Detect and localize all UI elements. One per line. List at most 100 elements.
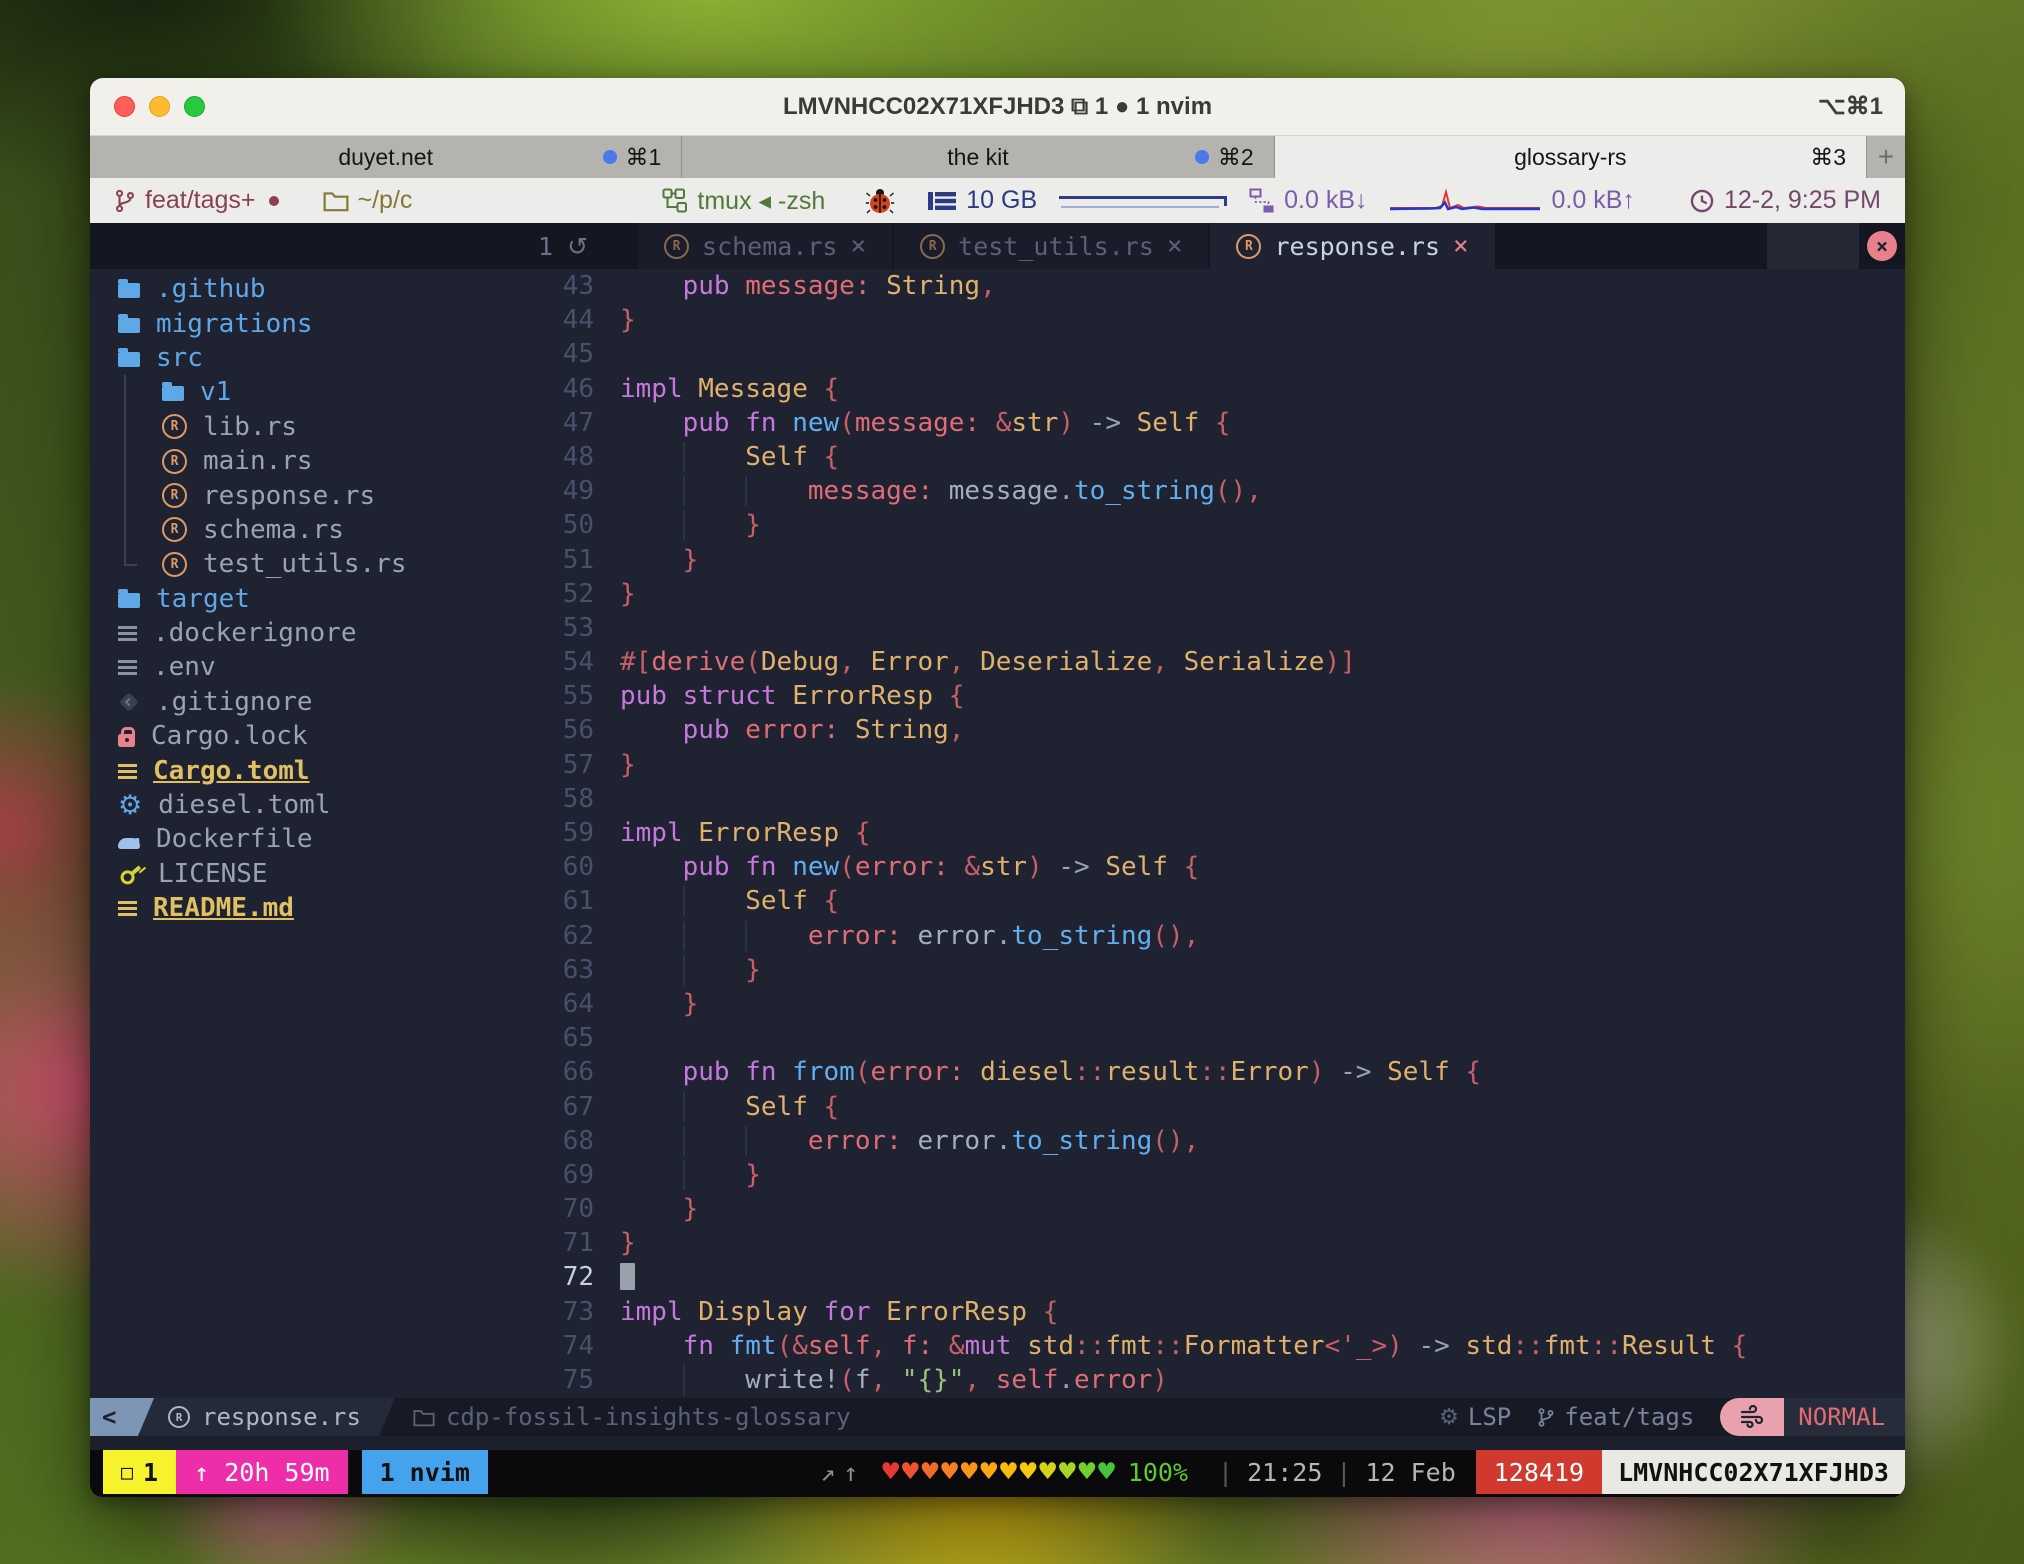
code-line[interactable]: 52} [520, 577, 1905, 611]
code-line[interactable]: 53 [520, 611, 1905, 645]
tmux-hostname: LMVNHCC02X71XFJHD3 [1602, 1450, 1905, 1494]
tree-item-label: .github [156, 274, 266, 304]
clock-component[interactable]: 12-2, 9:25 PM [1689, 186, 1881, 215]
code-token: message: [855, 408, 980, 438]
code-token: #[ [620, 647, 651, 677]
tree-item[interactable]: response.rs [90, 478, 520, 512]
tree-item[interactable]: src [90, 341, 520, 375]
code-token [683, 374, 699, 404]
code-line[interactable]: 54#[derive(Debug, Error, Deserialize, Se… [520, 645, 1905, 679]
buffer-tab[interactable]: test_utils.rs× [894, 223, 1208, 269]
tree-item[interactable]: README.md [90, 891, 520, 925]
code-token: (), [1152, 921, 1199, 951]
code-token [839, 715, 855, 745]
code-line[interactable]: 64 } [520, 987, 1905, 1021]
command-line[interactable] [90, 1436, 1905, 1450]
code-line[interactable]: 68 error: error.to_string(), [520, 1124, 1905, 1158]
tree-item[interactable]: main.rs [90, 444, 520, 478]
code-line[interactable]: 46impl Message { [520, 372, 1905, 406]
tree-item[interactable]: .env [90, 650, 520, 684]
close-icon[interactable]: × [1167, 231, 1183, 261]
code-line[interactable]: 59impl ErrorResp { [520, 816, 1905, 850]
tree-item[interactable]: ⚙diesel.toml [90, 788, 520, 822]
code-line[interactable]: 73impl Display for ErrorResp { [520, 1295, 1905, 1329]
code-line[interactable]: 70 } [520, 1192, 1905, 1226]
code-line[interactable]: 72 [520, 1260, 1905, 1294]
statusline-file[interactable]: response.rs [140, 1398, 395, 1436]
tree-item[interactable]: .github [90, 272, 520, 306]
tmux-window-label: 1 nvim [380, 1458, 470, 1487]
code-token: & [949, 1331, 965, 1361]
code-line[interactable]: 50 } [520, 508, 1905, 542]
bufferline-indicator[interactable]: 1 ↺ [538, 223, 588, 269]
statusline-project[interactable]: cdp-fossil-insights-glossary [413, 1398, 851, 1436]
code-token: error [902, 921, 996, 951]
line-number: 67 [520, 1090, 620, 1124]
tree-item[interactable]: schema.rs [90, 513, 520, 547]
tree-item[interactable]: lib.rs [90, 410, 520, 444]
code-line[interactable]: 51 } [520, 543, 1905, 577]
code-line[interactable]: 60 pub fn new(error: &str) -> Self { [520, 850, 1905, 884]
tree-item[interactable]: .dockerignore [90, 616, 520, 650]
buffer-tab[interactable]: response.rs× [1210, 223, 1494, 269]
code-token: , [980, 271, 996, 301]
tree-item[interactable]: LICENSE [90, 857, 520, 891]
indent-space [620, 1194, 683, 1224]
network-up-component[interactable]: 0.0 kB↑ [1552, 186, 1635, 215]
nvim-bufferline: 1 ↺ schema.rs×test_utils.rs×response.rs×… [90, 223, 1905, 269]
code-line[interactable]: 58 [520, 782, 1905, 816]
code-line[interactable]: 55pub struct ErrorResp { [520, 679, 1905, 713]
code-line[interactable]: 61 Self { [520, 884, 1905, 918]
memory-component[interactable]: 10 GB [927, 186, 1037, 215]
close-icon[interactable]: × [850, 231, 866, 261]
code-line[interactable]: 56 pub error: String, [520, 713, 1905, 747]
buffer-tab[interactable]: schema.rs× [638, 223, 892, 269]
tmux-session-segment[interactable]: □ 1 [103, 1450, 176, 1494]
terminal-tab[interactable]: glossary-rs⌘3 [1275, 136, 1867, 178]
indent-space [620, 442, 683, 472]
indent-space [745, 476, 808, 506]
tmux-window-segment[interactable]: 1 nvim [362, 1450, 488, 1494]
process-component[interactable]: tmux ◂ -zsh [662, 186, 825, 216]
close-all-button[interactable]: × [1859, 223, 1905, 269]
code-line[interactable]: 62 error: error.to_string(), [520, 919, 1905, 953]
tree-item[interactable]: Cargo.toml [90, 753, 520, 787]
git-status-component[interactable]: feat/tags+ [114, 186, 279, 215]
tree-item[interactable]: migrations [90, 306, 520, 340]
statusline-branch[interactable]: feat/tags [1537, 1398, 1694, 1436]
tree-item[interactable]: test_utils.rs [90, 547, 520, 581]
window-titlebar[interactable]: LMVNHCC02X71XFJHD3 ⧉ 1 ● 1 nvim ⌥⌘1 [90, 78, 1905, 136]
code-token: Serialize [1184, 647, 1325, 677]
code-line[interactable]: 43 pub message: String, [520, 269, 1905, 303]
line-number: 70 [520, 1192, 620, 1226]
code-token: ErrorResp [792, 681, 933, 711]
cwd-component[interactable]: ~/p/c [323, 186, 413, 215]
new-tab-button[interactable]: + [1867, 136, 1905, 178]
code-line[interactable]: 49 message: message.to_string(), [520, 474, 1905, 508]
terminal-tab[interactable]: the kit⌘2 [682, 136, 1274, 178]
network-down-component[interactable]: 0.0 kB↓ [1249, 186, 1367, 215]
terminal-tab[interactable]: duyet.net⌘1 [90, 136, 682, 178]
statusline-lsp[interactable]: ⚙ LSP [1439, 1398, 1511, 1436]
tree-item[interactable]: Dockerfile [90, 822, 520, 856]
tree-item[interactable]: Cargo.lock [90, 719, 520, 753]
tree-item[interactable]: target [90, 582, 520, 616]
code-line[interactable]: 67 Self { [520, 1090, 1905, 1124]
tree-item[interactable]: v1 [90, 375, 520, 409]
code-line[interactable]: 48 Self { [520, 440, 1905, 474]
code-line[interactable]: 69 } [520, 1158, 1905, 1192]
code-line[interactable]: 66 pub fn from(error: diesel::result::Er… [520, 1055, 1905, 1089]
code-line[interactable]: 65 [520, 1021, 1905, 1055]
code-line[interactable]: 63 } [520, 953, 1905, 987]
tree-item[interactable]: .gitignore [90, 685, 520, 719]
tree-item-label: .env [153, 652, 216, 682]
close-icon[interactable]: × [1453, 231, 1469, 261]
code-line[interactable]: 44} [520, 303, 1905, 337]
code-line[interactable]: 47 pub fn new(message: &str) -> Self { [520, 406, 1905, 440]
code-editor[interactable]: 43 pub message: String,44}4546impl Messa… [520, 269, 1905, 1398]
code-line[interactable]: 71} [520, 1226, 1905, 1260]
code-line[interactable]: 74 fn fmt(&self, f: &mut std::fmt::Forma… [520, 1329, 1905, 1363]
code-line[interactable]: 75 write!(f, "{}", self.error) [520, 1363, 1905, 1397]
code-line[interactable]: 57} [520, 748, 1905, 782]
code-line[interactable]: 45 [520, 337, 1905, 371]
